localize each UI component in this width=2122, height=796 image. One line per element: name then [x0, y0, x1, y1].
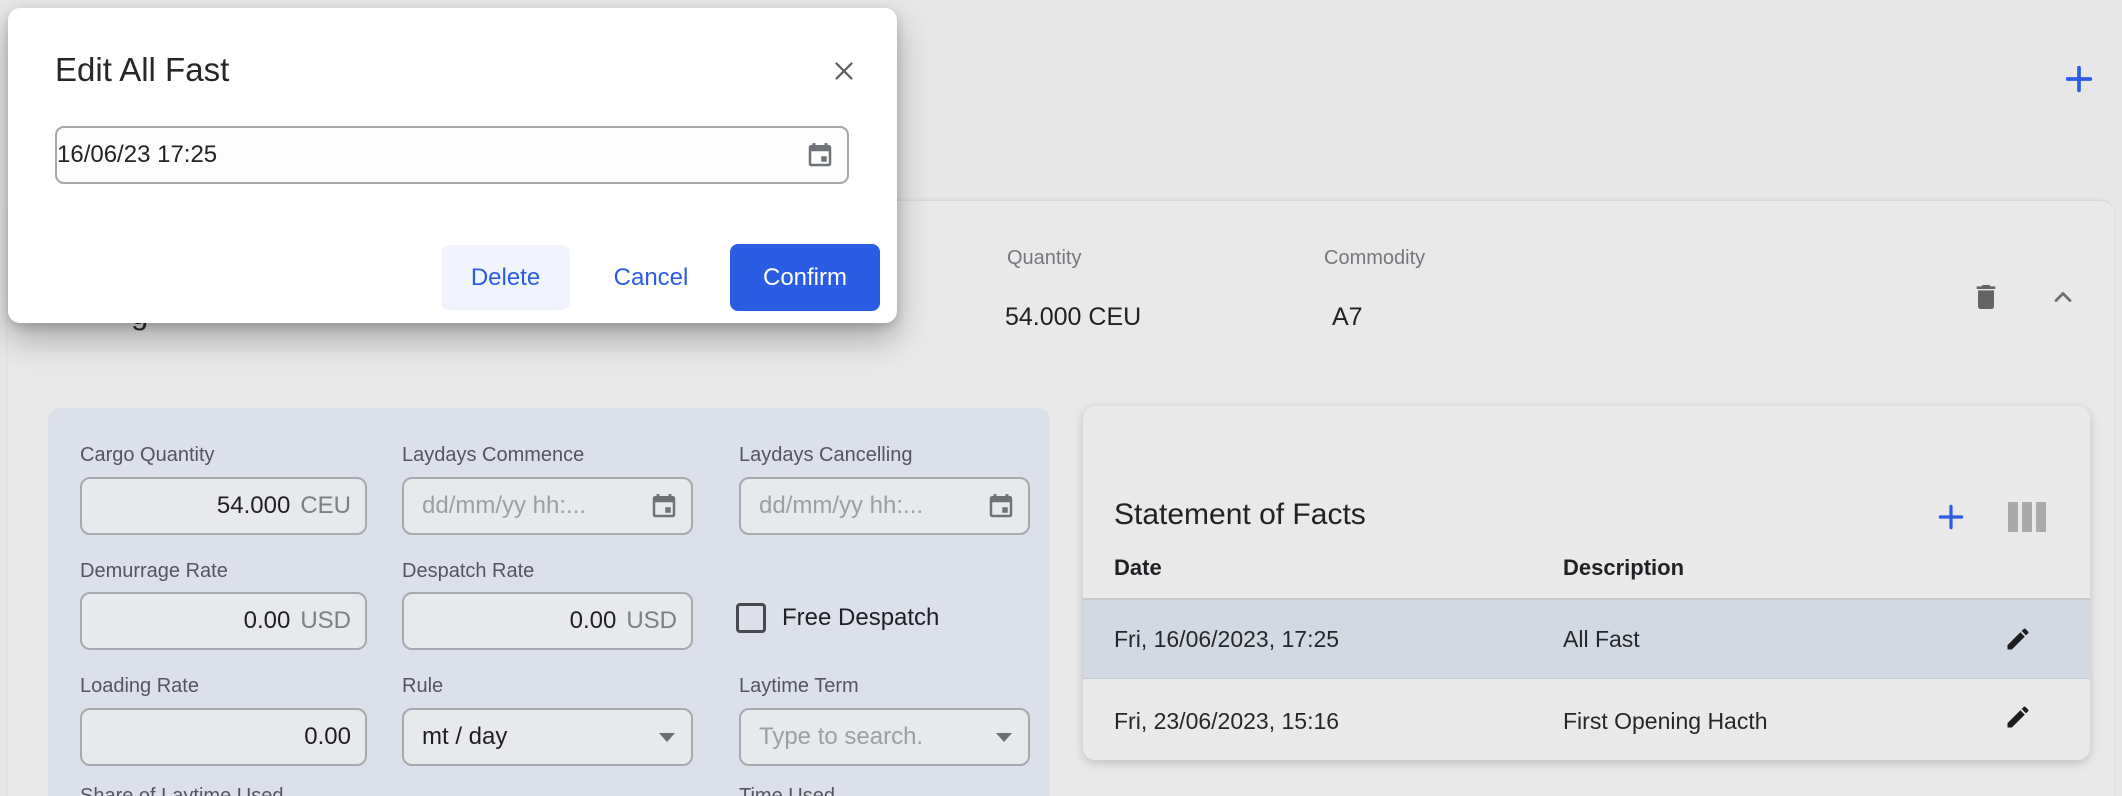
commodity-label: Commodity [1324, 247, 1425, 270]
columns-icon [2008, 502, 2018, 532]
loading-rate-input[interactable]: 0.00 [80, 708, 367, 766]
add-cargo-button[interactable] [2060, 60, 2098, 98]
sof-row-date: Fri, 23/06/2023, 15:16 [1114, 708, 1339, 735]
edit-all-fast-dialog: Edit All Fast 16/06/23 17:25 Delete Canc… [8, 8, 897, 323]
free-despatch-label: Free Despatch [782, 604, 939, 632]
pencil-icon [2004, 703, 2032, 731]
rule-label: Rule [402, 675, 443, 698]
loading-rate-label: Loading Rate [80, 675, 199, 698]
trash-icon [1970, 281, 2002, 313]
commodity-value: A7 [1332, 303, 1363, 332]
despatch-rate-unit: USD [626, 607, 677, 635]
laytime-term-label: Laytime Term [739, 675, 859, 698]
free-despatch-checkbox[interactable] [736, 603, 766, 633]
caret-down-icon [659, 733, 675, 742]
laytime-term-placeholder: Type to search. [759, 723, 923, 751]
plus-icon [1935, 501, 1967, 533]
laydays-commence-label: Laydays Commence [402, 444, 584, 467]
sof-columns-button[interactable] [2008, 502, 2046, 532]
laydays-commence-input[interactable]: dd/mm/yy hh:... [402, 477, 693, 535]
laytime-term-select[interactable]: Type to search. [739, 708, 1030, 766]
chevron-up-icon [2048, 283, 2078, 311]
sof-col-description: Description [1563, 555, 1684, 581]
dialog-close-button[interactable] [826, 53, 862, 89]
demurrage-rate-value: 0.00 [244, 607, 291, 635]
sof-row[interactable]: Fri, 23/06/2023, 15:16 First Opening Hac… [1083, 678, 2090, 760]
cargo-quantity-label: Cargo Quantity [80, 444, 215, 467]
calendar-icon[interactable] [649, 491, 679, 521]
calendar-icon[interactable] [986, 491, 1016, 521]
sof-row-edit-button[interactable] [2003, 702, 2033, 732]
sof-row-selected[interactable]: Fri, 16/06/2023, 17:25 All Fast [1083, 599, 2090, 679]
confirm-button[interactable]: Confirm [730, 244, 880, 311]
loading-rate-value: 0.00 [304, 723, 351, 751]
datetime-value: 16/06/23 17:25 [57, 141, 217, 169]
cargo-quantity-input[interactable]: 54.000 CEU [80, 477, 367, 535]
rule-select[interactable]: mt / day [402, 708, 693, 766]
sof-col-date: Date [1114, 555, 1162, 581]
delete-button[interactable]: Delete [441, 245, 570, 310]
sof-add-button[interactable] [1933, 499, 1969, 535]
sof-row-description: First Opening Hacth [1563, 708, 1768, 735]
laydays-commence-placeholder: dd/mm/yy hh:... [422, 492, 586, 520]
rule-value: mt / day [422, 723, 507, 751]
quantity-value: 54.000 CEU [1005, 303, 1141, 332]
quantity-label: Quantity [1007, 247, 1081, 270]
datetime-input[interactable]: 16/06/23 17:25 [55, 126, 849, 184]
sof-title: Statement of Facts [1114, 498, 1366, 532]
demurrage-rate-input[interactable]: 0.00 USD [80, 592, 367, 650]
calendar-icon[interactable] [805, 140, 835, 170]
app-root: g Quantity 54.000 CEU Commodity A7 Cargo… [0, 0, 2122, 796]
statement-of-facts-panel: Statement of Facts Date Description Fri,… [1083, 406, 2090, 760]
despatch-rate-label: Despatch Rate [402, 560, 534, 583]
sof-row-edit-button[interactable] [2003, 624, 2033, 654]
sof-row-date: Fri, 16/06/2023, 17:25 [1114, 626, 1339, 653]
x-icon [829, 56, 859, 86]
share-of-laytime-used-label: Share of Laytime Used [80, 785, 283, 796]
cargo-quantity-value: 54.000 [217, 492, 290, 520]
sof-row-description: All Fast [1563, 626, 1640, 653]
demurrage-rate-label: Demurrage Rate [80, 560, 228, 583]
time-used-label: Time Used [739, 785, 835, 796]
collapse-cargo-button[interactable] [2046, 281, 2080, 313]
pencil-icon [2004, 625, 2032, 653]
laydays-cancelling-label: Laydays Cancelling [739, 444, 912, 467]
laydays-cancelling-input[interactable]: dd/mm/yy hh:... [739, 477, 1030, 535]
caret-down-icon [996, 733, 1012, 742]
cargo-quantity-unit: CEU [300, 492, 351, 520]
cancel-button[interactable]: Cancel [601, 245, 701, 310]
despatch-rate-input[interactable]: 0.00 USD [402, 592, 693, 650]
plus-icon [2062, 62, 2096, 96]
despatch-rate-value: 0.00 [570, 607, 617, 635]
laydays-cancelling-placeholder: dd/mm/yy hh:... [759, 492, 923, 520]
demurrage-rate-unit: USD [300, 607, 351, 635]
delete-cargo-button[interactable] [1968, 279, 2004, 315]
dialog-title: Edit All Fast [55, 51, 229, 89]
